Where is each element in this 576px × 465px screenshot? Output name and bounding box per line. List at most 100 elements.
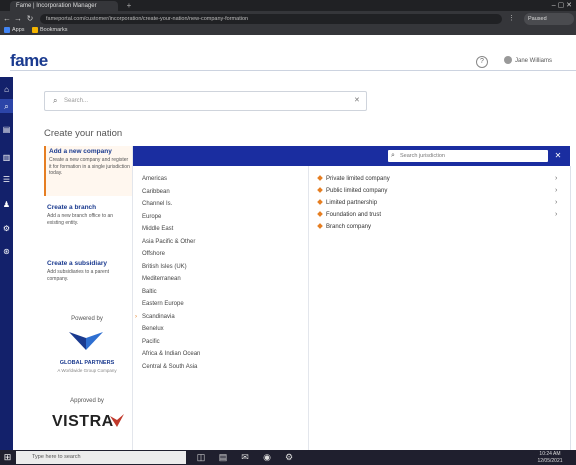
- bullet-icon: [317, 211, 323, 218]
- card-subsidiary[interactable]: Create a subsidiary Add subsidiaries to …: [44, 258, 130, 292]
- category-item[interactable]: Eastern Europe: [142, 300, 184, 308]
- settings-icon[interactable]: ⚙: [2, 224, 11, 233]
- company-type-label: Branch company: [326, 224, 372, 230]
- clear-search-icon[interactable]: ✕: [354, 97, 360, 105]
- files-icon[interactable]: ▥: [2, 153, 11, 162]
- url-field[interactable]: fameportal.com/customer/incorporation/cr…: [40, 14, 502, 24]
- bookmark-folder[interactable]: Bookmarks: [32, 26, 68, 35]
- start-button[interactable]: ⊞: [3, 453, 12, 462]
- bookmark-label: Bookmarks: [40, 27, 68, 33]
- bookmark-apps[interactable]: Apps: [4, 26, 25, 35]
- window-controls[interactable]: – ▢ ✕: [552, 0, 572, 11]
- file-explorer-icon[interactable]: ▤: [218, 452, 228, 463]
- category-item[interactable]: Middle East: [142, 225, 173, 233]
- brand-logo[interactable]: fame: [10, 51, 48, 71]
- approved-by-label: Approved by: [70, 398, 104, 404]
- category-item[interactable]: Scandinavia: [142, 313, 175, 321]
- search-icon: ⌕: [391, 152, 395, 159]
- vistra-logo-mark: [110, 414, 124, 427]
- apps-icon: [4, 26, 10, 33]
- chevron-right-icon[interactable]: ›: [555, 199, 557, 207]
- jurisdiction-search-input[interactable]: Search jurisdiction: [388, 150, 548, 162]
- bookmark-label: Apps: [12, 27, 25, 33]
- new-tab-button[interactable]: +: [124, 0, 134, 11]
- powered-by-label: Powered by: [71, 316, 103, 322]
- clock-date: 12/05/2021: [537, 457, 563, 464]
- company-type-label: Foundation and trust: [326, 212, 382, 218]
- card-branch[interactable]: Create a branch Add a new branch office …: [44, 202, 130, 236]
- company-type-label: Public limited company: [326, 188, 388, 194]
- category-item[interactable]: British Isles (UK): [142, 263, 187, 271]
- chevron-right-icon[interactable]: ›: [555, 211, 557, 219]
- category-item[interactable]: Baltic: [142, 288, 157, 296]
- bullet-icon: [317, 199, 323, 206]
- reload-button[interactable]: ↻: [25, 11, 35, 26]
- bullet-icon: [317, 187, 323, 194]
- search-box[interactable]: [44, 91, 367, 111]
- bookmarks-bar: [0, 26, 576, 35]
- back-button[interactable]: ←: [2, 11, 12, 26]
- company-type-item[interactable]: Foundation and trust: [317, 211, 382, 219]
- extensions-icon[interactable]: ⋮: [508, 14, 520, 24]
- search-input[interactable]: Search...: [64, 97, 88, 105]
- category-item[interactable]: Pacific: [142, 338, 160, 346]
- partner-tagline: A Worldwide Group Company: [57, 368, 117, 373]
- category-item[interactable]: Mediterranean: [142, 275, 181, 283]
- company-type-item[interactable]: Private limited company: [317, 175, 390, 183]
- category-item[interactable]: Offshore: [142, 250, 165, 258]
- search-icon[interactable]: ⌕: [2, 102, 11, 111]
- card-description: Create a new company and register it for…: [49, 157, 130, 176]
- category-item[interactable]: Europe: [142, 213, 161, 221]
- settings-icon[interactable]: ⚙: [284, 452, 294, 463]
- documents-icon[interactable]: ▤: [2, 125, 11, 134]
- help-icon[interactable]: ?: [476, 56, 488, 68]
- partner-logo: [69, 332, 103, 350]
- company-type-item[interactable]: Public limited company: [317, 187, 388, 195]
- category-item[interactable]: Channel Is.: [142, 200, 172, 208]
- card-description: Add subsidiaries to a parent company.: [47, 269, 109, 282]
- list-icon[interactable]: ☰: [2, 175, 11, 184]
- close-icon[interactable]: ✕: [553, 150, 563, 162]
- company-type-item[interactable]: Limited partnership: [317, 199, 378, 207]
- bullet-icon: [317, 175, 323, 182]
- search-icon: ⌕: [53, 96, 58, 105]
- category-item[interactable]: Central & South Asia: [142, 363, 197, 371]
- chevron-right-icon: ›: [135, 314, 137, 320]
- mail-icon[interactable]: ✉: [240, 452, 250, 463]
- category-item[interactable]: Africa & Indian Ocean: [142, 350, 200, 358]
- company-type-label: Limited partnership: [326, 200, 378, 206]
- chrome-icon[interactable]: ◉: [262, 452, 272, 463]
- company-type-label: Private limited company: [326, 176, 390, 182]
- vistra-logo-text: VISTRA: [52, 413, 114, 430]
- task-view-icon[interactable]: ◫: [196, 452, 206, 463]
- header-divider: [10, 70, 576, 71]
- jurisdiction-panel: [133, 166, 571, 450]
- home-icon[interactable]: ⌂: [2, 85, 11, 94]
- card-new-company[interactable]: Add a new company Create a new company a…: [44, 146, 132, 196]
- globe-icon[interactable]: ⊛: [2, 247, 11, 256]
- system-clock[interactable]: 10:24 AM 12/05/2021: [530, 451, 570, 464]
- profile-button[interactable]: Paused: [524, 13, 574, 25]
- user-name: Jane Williams: [515, 58, 553, 64]
- card-title: Create a subsidiary: [47, 260, 107, 267]
- chevron-right-icon[interactable]: ›: [555, 187, 557, 195]
- chevron-right-icon[interactable]: ›: [555, 175, 557, 183]
- user-menu[interactable]: Jane Williams: [504, 56, 552, 67]
- category-item[interactable]: Asia Pacific & Other: [142, 238, 195, 246]
- partner-name: GLOBAL PARTNERS: [59, 360, 115, 366]
- folder-icon: [32, 26, 38, 33]
- company-type-item[interactable]: Branch company: [317, 223, 372, 231]
- taskbar-search-input[interactable]: Type here to search: [16, 451, 186, 464]
- card-title: Add a new company: [49, 148, 112, 155]
- card-description: Add a new branch office to an existing e…: [47, 213, 114, 226]
- forward-button[interactable]: →: [13, 11, 23, 26]
- browser-tab[interactable]: Fame | Incorporation Manager: [10, 1, 118, 11]
- section-title: Create your nation: [44, 128, 123, 139]
- category-item[interactable]: Americas: [142, 175, 167, 183]
- category-item[interactable]: Caribbean: [142, 188, 170, 196]
- people-icon[interactable]: ♟: [2, 200, 11, 209]
- category-item[interactable]: Benelux: [142, 325, 164, 333]
- bullet-icon: [317, 223, 323, 230]
- column-divider: [308, 166, 309, 450]
- card-title: Create a branch: [47, 204, 97, 211]
